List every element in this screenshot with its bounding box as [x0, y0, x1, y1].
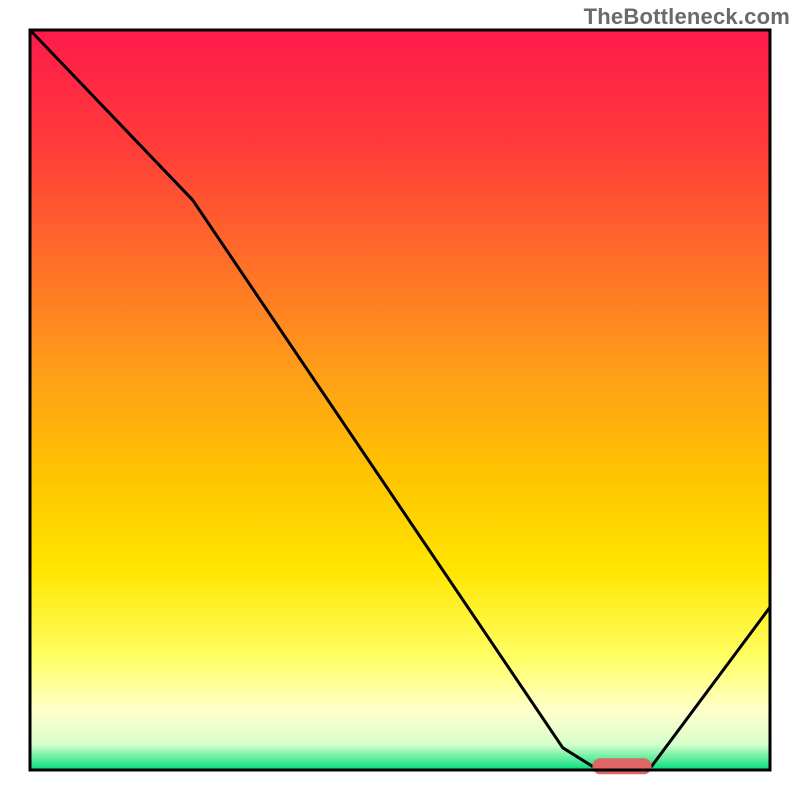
optimum-marker	[592, 758, 651, 774]
plot-background	[30, 30, 770, 770]
plot-area	[30, 30, 770, 774]
chart-container: TheBottleneck.com	[0, 0, 800, 800]
bottleneck-chart	[0, 0, 800, 800]
